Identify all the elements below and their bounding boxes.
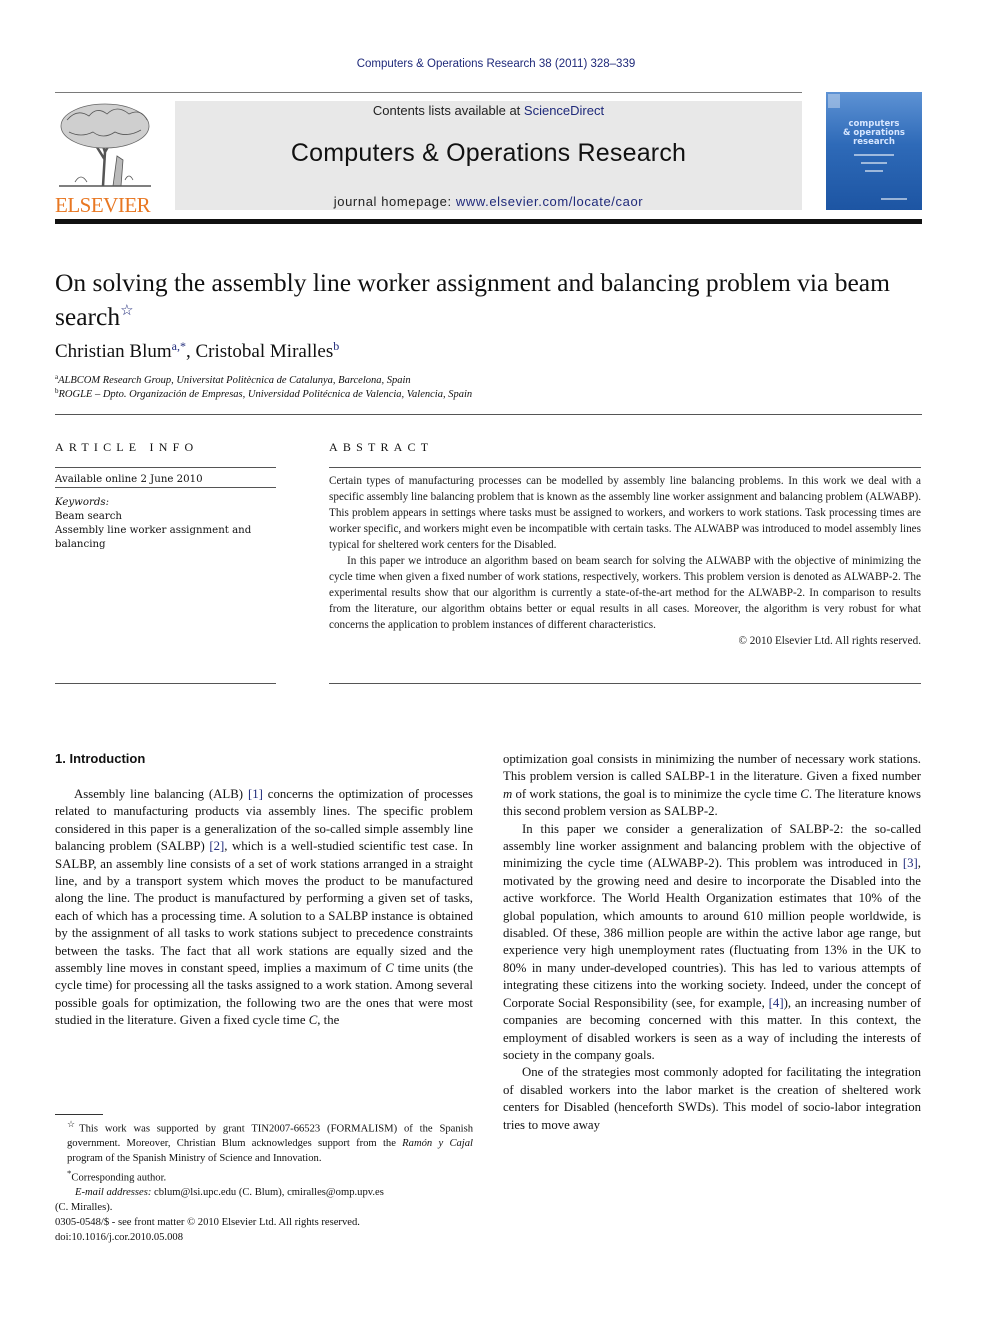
footnote-rule	[55, 1114, 103, 1115]
body-paragraph: Assembly line balancing (ALB) [1] concer…	[55, 787, 474, 1028]
body-paragraph: In this paper we consider a generalizati…	[503, 821, 921, 1062]
author-affiliation-marker[interactable]: b	[333, 339, 339, 353]
keyword: Beam search	[55, 511, 122, 522]
journal-reference[interactable]: Computers & Operations Research 38 (2011…	[0, 58, 992, 70]
journal-banner: Contents lists available at ScienceDirec…	[175, 101, 802, 210]
contents-availability: Contents lists available at ScienceDirec…	[372, 103, 605, 118]
cover-title: computers & operations research	[843, 119, 905, 147]
front-matter-notice: 0305-0548/$ - see front matter © 2010 El…	[55, 1217, 360, 1228]
doi[interactable]: doi:10.1016/j.cor.2010.05.008	[55, 1231, 473, 1246]
abstract-heading: ABSTRACT	[329, 440, 434, 454]
divider	[329, 683, 921, 684]
body-column-left: Assembly line balancing (ALB) [1] concer…	[55, 786, 473, 1030]
elsevier-logo[interactable]: ELSEVIER	[55, 100, 155, 216]
corresponding-author-footnote: *Corresponding author.	[67, 1168, 167, 1184]
author-affiliation-marker[interactable]: a,*	[172, 339, 186, 353]
sciencedirect-link[interactable]: ScienceDirect	[524, 103, 604, 118]
journal-cover[interactable]: computers & operations research	[826, 92, 922, 210]
citation-link[interactable]: [3]	[903, 856, 918, 870]
front-matter: 0305-0548/$ - see front matter © 2010 El…	[55, 1216, 473, 1245]
cover-publisher-mark	[828, 94, 840, 108]
section-heading: 1. Introduction	[55, 751, 146, 766]
homepage-link[interactable]: www.elsevier.com/locate/caor	[456, 194, 643, 209]
abstract-text: Certain types of manufacturing processes…	[329, 473, 921, 649]
abstract-paragraph: In this paper we introduce an algorithm …	[329, 555, 921, 631]
publisher-logo-text: ELSEVIER	[55, 193, 151, 217]
affiliation: bROGLE – Dpto. Organización de Empresas,…	[55, 387, 473, 400]
citation-link[interactable]: [1]	[248, 787, 263, 801]
divider	[55, 683, 276, 684]
cover-text-line	[881, 198, 907, 200]
body-paragraph: optimization goal consists in minimizing…	[503, 752, 921, 819]
journal-homepage: journal homepage: www.elsevier.com/locat…	[333, 194, 644, 209]
divider	[55, 487, 276, 488]
body-paragraph: One of the strategies most commonly adop…	[503, 1065, 921, 1132]
tree-icon	[59, 103, 151, 187]
body-column-right: optimization goal consists in minimizing…	[503, 751, 921, 1134]
affiliation: aALBCOM Research Group, Universitat Poli…	[55, 373, 411, 386]
divider	[55, 467, 276, 468]
email-footnote-continued: (C. Miralles).	[55, 1201, 113, 1213]
header-rule	[55, 92, 802, 93]
journal-title: Computers & Operations Research	[290, 139, 687, 167]
keywords-label: Keywords:	[55, 497, 110, 508]
cover-text-line	[865, 170, 883, 172]
footnotes: ☆This work was supported by grant TIN200…	[55, 1117, 473, 1215]
author-name: Christian Blum	[55, 341, 172, 362]
citation-link[interactable]: [4]	[769, 996, 784, 1010]
keywords-block: Keywords: Beam search Assembly line work…	[55, 496, 276, 552]
abstract-copyright: © 2010 Elsevier Ltd. All rights reserved…	[738, 635, 922, 647]
header-thick-rule	[55, 219, 922, 224]
abstract-paragraph: Certain types of manufacturing processes…	[329, 475, 921, 551]
keyword: Assembly line worker assignment and bala…	[55, 525, 252, 550]
divider	[329, 467, 921, 468]
divider	[55, 414, 922, 415]
cover-text-line	[861, 162, 887, 164]
cover-text-line	[854, 154, 894, 156]
article-title: On solving the assembly line worker assi…	[55, 268, 890, 331]
funding-footnote: ☆This work was supported by grant TIN200…	[67, 1119, 473, 1164]
email-footnote: E-mail addresses: cblum@lsi.upc.edu (C. …	[75, 1187, 384, 1199]
article-info-heading: ARTICLE INFO	[55, 440, 199, 454]
title-footnote-marker[interactable]: ☆	[120, 303, 133, 319]
author-list: Christian Bluma,*, Cristobal Mirallesb	[55, 339, 340, 362]
available-online: Available online 2 June 2010	[55, 474, 203, 485]
author-name: Cristobal Miralles	[195, 341, 334, 362]
citation-link[interactable]: [2]	[209, 839, 224, 853]
